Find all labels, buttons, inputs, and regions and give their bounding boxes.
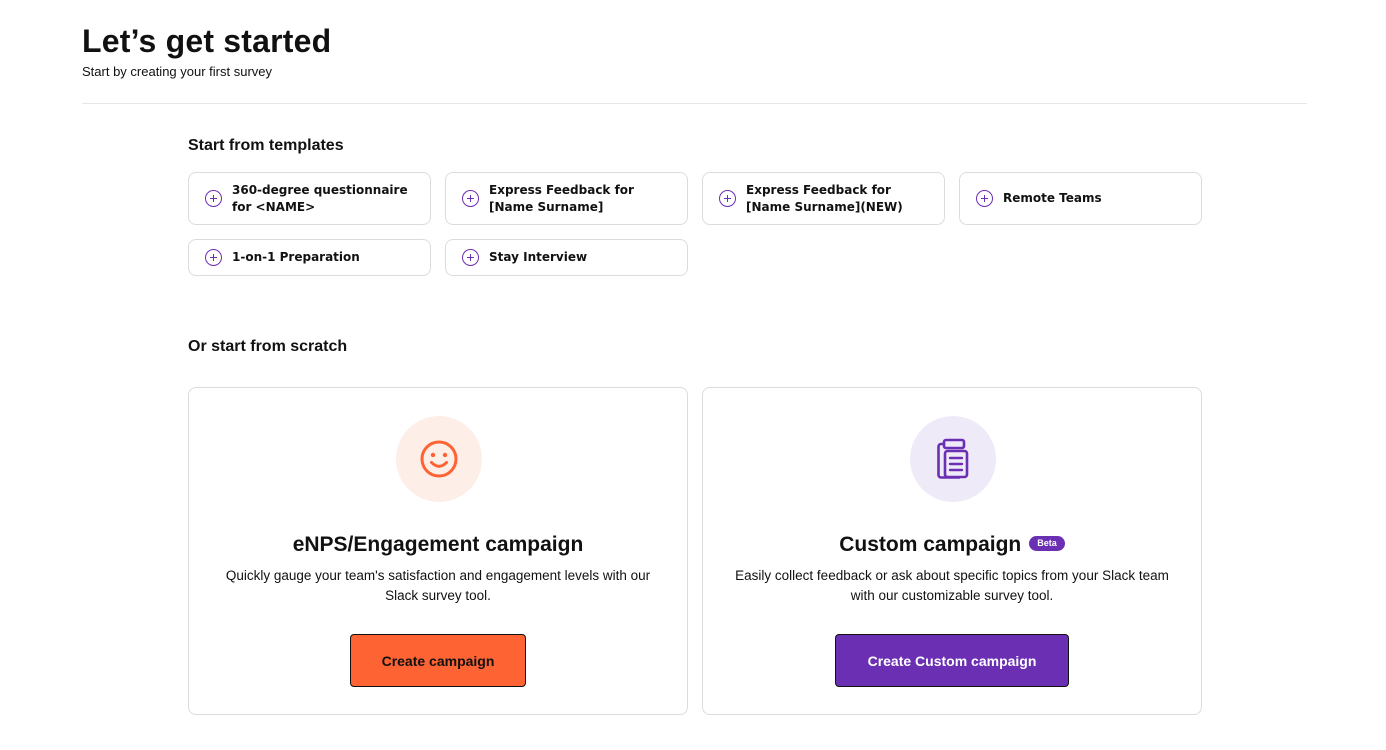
plus-circle-icon bbox=[462, 249, 479, 266]
template-express-feedback-new[interactable]: Express Feedback for [Name Surname](NEW) bbox=[702, 172, 945, 225]
template-1on1-preparation[interactable]: 1-on-1 Preparation bbox=[188, 239, 431, 276]
create-custom-campaign-button[interactable]: Create Custom campaign bbox=[835, 634, 1069, 687]
template-express-feedback[interactable]: Express Feedback for [Name Surname] bbox=[445, 172, 688, 225]
template-remote-teams[interactable]: Remote Teams bbox=[959, 172, 1202, 225]
plus-circle-icon bbox=[719, 190, 736, 207]
template-stay-interview[interactable]: Stay Interview bbox=[445, 239, 688, 276]
scratch-section-title: Or start from scratch bbox=[188, 338, 348, 355]
plus-circle-icon bbox=[205, 249, 222, 266]
template-label: Express Feedback for [Name Surname](NEW) bbox=[746, 182, 903, 214]
create-campaign-button[interactable]: Create campaign bbox=[350, 634, 526, 687]
enps-campaign-card: eNPS/Engagement campaign Quickly gauge y… bbox=[188, 387, 688, 715]
page-subtitle: Start by creating your first survey bbox=[82, 64, 273, 79]
clipboard-list-icon bbox=[910, 416, 996, 502]
enps-card-title-text: eNPS/Engagement campaign bbox=[292, 533, 584, 556]
header-divider bbox=[82, 103, 1307, 104]
custom-card-description: Easily collect feedback or ask about spe… bbox=[735, 568, 1169, 603]
template-label: Stay Interview bbox=[489, 250, 588, 264]
plus-circle-icon bbox=[205, 190, 222, 207]
custom-card-title-text: Custom campaign bbox=[839, 533, 1022, 556]
enps-card-description: Quickly gauge your team's satisfaction a… bbox=[225, 568, 651, 603]
templates-section-title: Start from templates bbox=[188, 137, 344, 154]
template-label: 360-degree questionnaire for <NAME> bbox=[232, 182, 408, 214]
template-label: Express Feedback for [Name Surname] bbox=[489, 182, 634, 214]
smiley-face-icon bbox=[396, 416, 482, 502]
plus-circle-icon bbox=[976, 190, 993, 207]
page-title: Let’s get started bbox=[82, 23, 332, 59]
template-360-questionnaire[interactable]: 360-degree questionnaire for <NAME> bbox=[188, 172, 431, 225]
template-label: Remote Teams bbox=[1003, 191, 1102, 205]
page-header: Let’s get started Start by creating your… bbox=[82, 22, 331, 80]
beta-badge: Beta bbox=[1029, 535, 1065, 551]
custom-campaign-card: Custom campaign Beta Easily collect feedb… bbox=[702, 387, 1202, 715]
enps-card-title: eNPS/Engagement campaign bbox=[189, 532, 687, 558]
custom-card-title: Custom campaign Beta bbox=[703, 532, 1201, 558]
template-label: 1-on-1 Preparation bbox=[232, 250, 360, 264]
plus-circle-icon bbox=[462, 190, 479, 207]
